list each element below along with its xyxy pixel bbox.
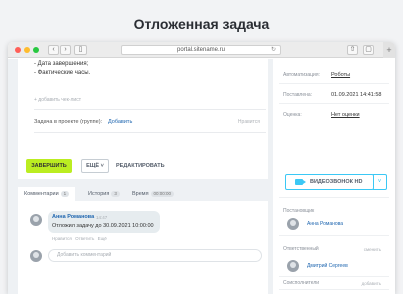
divider [34, 132, 266, 133]
address-bar[interactable]: portal.sitename.ru ↻ [121, 45, 281, 55]
task-bullet-1: - Дата завершения; [34, 61, 89, 67]
tab-label: Время [132, 191, 149, 197]
avatar-icon [30, 250, 42, 262]
divider [279, 289, 389, 290]
reload-icon[interactable]: ↻ [271, 46, 276, 54]
camera-icon [295, 179, 306, 185]
add-coexec-link[interactable]: добавить [362, 281, 381, 286]
created-label: Поставлена: [283, 92, 313, 98]
tab-comments[interactable]: Комментарии 1 [18, 187, 76, 201]
tabs-icon[interactable]: ▢ [363, 45, 374, 55]
add-checklist-link[interactable]: + добавить чек-лист [34, 97, 81, 103]
zoom-window-icon[interactable] [33, 47, 39, 53]
comments-panel: Анна Романова 14:47 Отложил задачу до 30… [18, 201, 268, 294]
coexec-label: Соисполнители [283, 280, 320, 286]
tab-count: 00:00:00 [150, 191, 175, 197]
divider [279, 103, 389, 104]
like-link[interactable]: Нравится [238, 119, 260, 125]
creator-label: Постановщик [283, 208, 315, 214]
close-window-icon[interactable] [15, 47, 21, 53]
chevron-down-icon: ˅ [100, 163, 104, 169]
divider [279, 83, 389, 84]
automation-value[interactable]: Роботы [331, 72, 350, 78]
tab-time[interactable]: Время 00:00:00 [132, 187, 175, 201]
avatar-icon [287, 218, 299, 230]
project-add-link[interactable]: Добавить [108, 119, 132, 125]
back-arrow-icon[interactable]: ‹ [48, 45, 59, 55]
add-comment-input[interactable]: Добавить комментарий [48, 249, 262, 262]
avatar-icon [287, 260, 299, 272]
comment-actions[interactable]: Нравится Ответить Ещё [52, 236, 107, 241]
task-main: - Дата завершения; - Фактические часы. +… [8, 59, 268, 294]
task-sidebar: Автоматизация: Роботы Поставлена: 01.09.… [273, 59, 395, 294]
responsible-label: Ответственный [283, 246, 319, 252]
new-tab-icon[interactable]: + [383, 42, 395, 58]
comment-author[interactable]: Анна Романова [52, 214, 94, 220]
task-bullet-2: - Фактические часы. [34, 70, 91, 76]
page-heading: Отложенная задача [133, 16, 270, 32]
forward-arrow-icon[interactable]: › [60, 45, 71, 55]
divider [279, 197, 389, 198]
video-call-label: ВИДЕОЗВОНОК HD [310, 179, 363, 185]
creator-name[interactable]: Анна Романова [307, 221, 343, 227]
minimize-window-icon[interactable] [24, 47, 30, 53]
finish-button[interactable]: ЗАВЕРШИТЬ [26, 159, 72, 173]
page: Отложенная задача ‹ › ▯ portal.sitename.… [0, 0, 403, 294]
task-tabs: Комментарии 1 История 3 Время 00:00:00 [18, 187, 268, 201]
edit-button[interactable]: РЕДАКТИРОВАТЬ [116, 159, 165, 173]
responsible-name[interactable]: Дмитрий Сергеев [307, 263, 348, 269]
automation-label: Автоматизация: [283, 72, 320, 78]
comment-time: 14:47 [96, 214, 108, 220]
tab-count: 1 [60, 191, 70, 197]
sidebar-icon[interactable]: ▯ [74, 45, 87, 55]
more-button-label: ЕЩЁ [86, 163, 100, 169]
tab-count: 3 [111, 191, 120, 197]
video-call-button[interactable]: ВИДЕОЗВОНОК HD [285, 174, 374, 190]
url-text: portal.sitename.ru [176, 47, 226, 53]
chevron-down-icon: ˅ [377, 179, 382, 185]
tab-history[interactable]: История 3 [88, 187, 120, 201]
browser-window: ‹ › ▯ portal.sitename.ru ↻ ⇧ ▢ + - Дата … [8, 42, 395, 294]
share-icon[interactable]: ⇧ [347, 45, 358, 55]
avatar-icon [30, 214, 42, 226]
project-label: Задача в проекте (группе): [34, 119, 103, 125]
change-responsible-link[interactable]: сменить [364, 247, 381, 252]
tab-label: История [88, 191, 110, 197]
divider [279, 235, 389, 236]
more-button[interactable]: ЕЩЁ ˅ [81, 159, 109, 173]
divider [279, 276, 389, 277]
created-value: 01.09.2021 14:41:58 [331, 92, 382, 98]
rating-label: Оценка: [283, 112, 302, 118]
video-call-dropdown[interactable]: ˅ [373, 174, 387, 190]
tab-label: Комментарии [24, 191, 59, 197]
rating-value[interactable]: Нет оценки [331, 112, 360, 118]
browser-titlebar: ‹ › ▯ portal.sitename.ru ↻ ⇧ ▢ + [8, 42, 395, 58]
divider [34, 109, 266, 110]
comment-text: Отложил задачу до 30.09.2021 10:00:00 [52, 223, 154, 229]
page-content: - Дата завершения; - Фактические часы. +… [8, 59, 395, 294]
comment-bubble: Анна Романова 14:47 Отложил задачу до 30… [48, 211, 160, 233]
